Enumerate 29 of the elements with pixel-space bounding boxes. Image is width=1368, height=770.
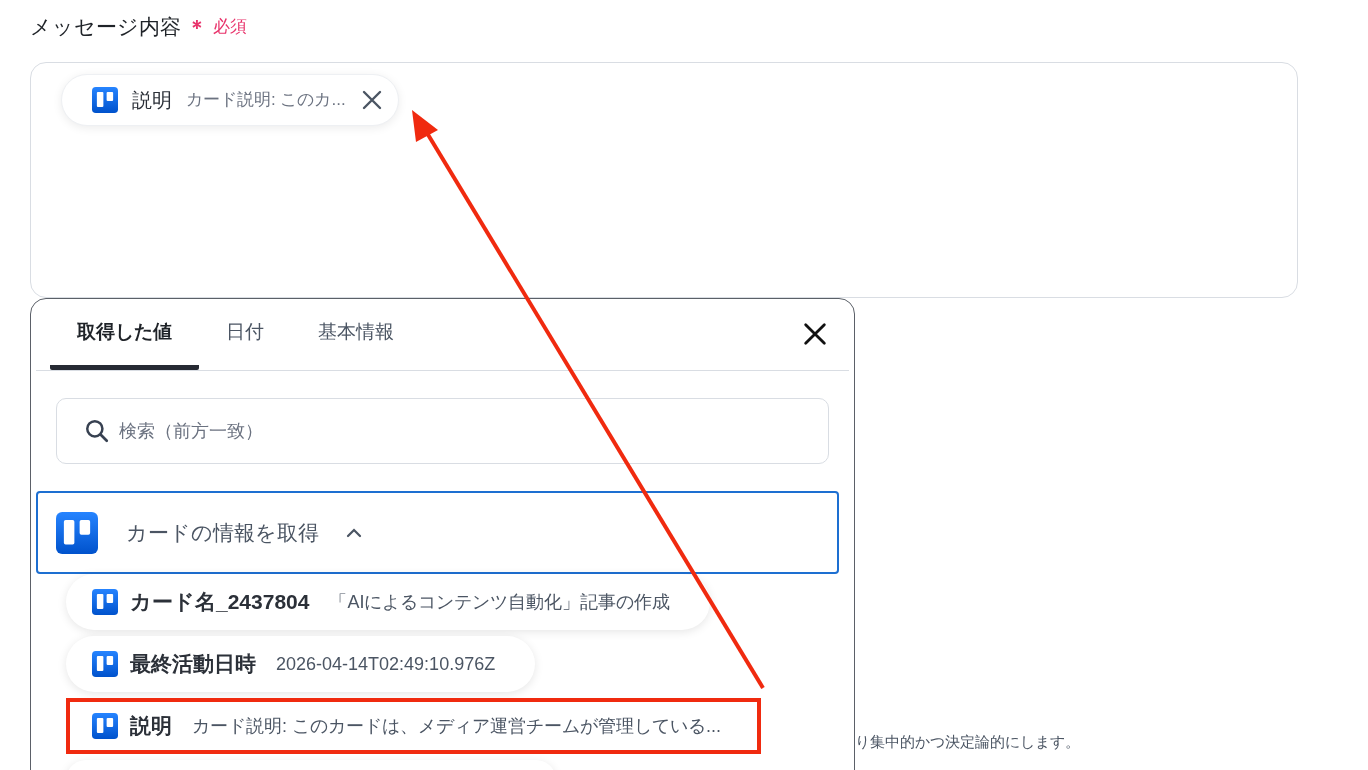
description-text: り集中的かつ決定論的にします。 [855, 733, 1080, 750]
item-value: カード説明: このカードは、メディア運営チームが管理している... [192, 714, 721, 738]
variable-item[interactable]: 説明 カード説明: このカードは、メディア運営チームが管理している... [66, 698, 761, 754]
chip-value: カード説明: このカ... [186, 89, 346, 112]
close-icon[interactable] [801, 320, 829, 348]
variable-item[interactable]: カード名_2437804 「AIによるコンテンツ自動化」記事の作成 [66, 574, 711, 630]
board-icon [92, 713, 118, 739]
item-name: カード名_2437804 [130, 589, 310, 616]
board-icon [92, 651, 118, 677]
board-icon [56, 511, 98, 554]
item-value: 2026-04-14T02:49:10.976Z [276, 652, 496, 676]
variable-chip[interactable]: 説明 カード説明: このカ... [61, 74, 399, 126]
variable-item[interactable]: 最終活動日時 2026-04-14T02:49:10.976Z [66, 636, 536, 692]
board-icon [92, 87, 118, 113]
required-mark: ＊ [187, 15, 207, 40]
chip-name: 説明 [132, 88, 172, 113]
tab[interactable]: 基本情報 [291, 298, 421, 370]
item-value: 「AIによるコンテンツ自動化」記事の作成 [329, 590, 671, 614]
board-icon [92, 589, 118, 615]
message-field[interactable]: 説明 カード説明: このカ... [30, 62, 1298, 298]
required-text: 必須 [213, 16, 247, 39]
search-icon [84, 418, 110, 444]
search-field[interactable]: 検索（前方一致） [56, 398, 829, 464]
item-name: 最終活動日時 [130, 651, 256, 678]
field-label: メッセージ内容 [30, 14, 181, 41]
tab[interactable]: 取得した値 [50, 298, 199, 370]
tab[interactable]: 日付 [199, 298, 291, 370]
group-header[interactable]: カードの情報を取得 [36, 491, 839, 574]
item-name: 説明 [130, 713, 172, 740]
